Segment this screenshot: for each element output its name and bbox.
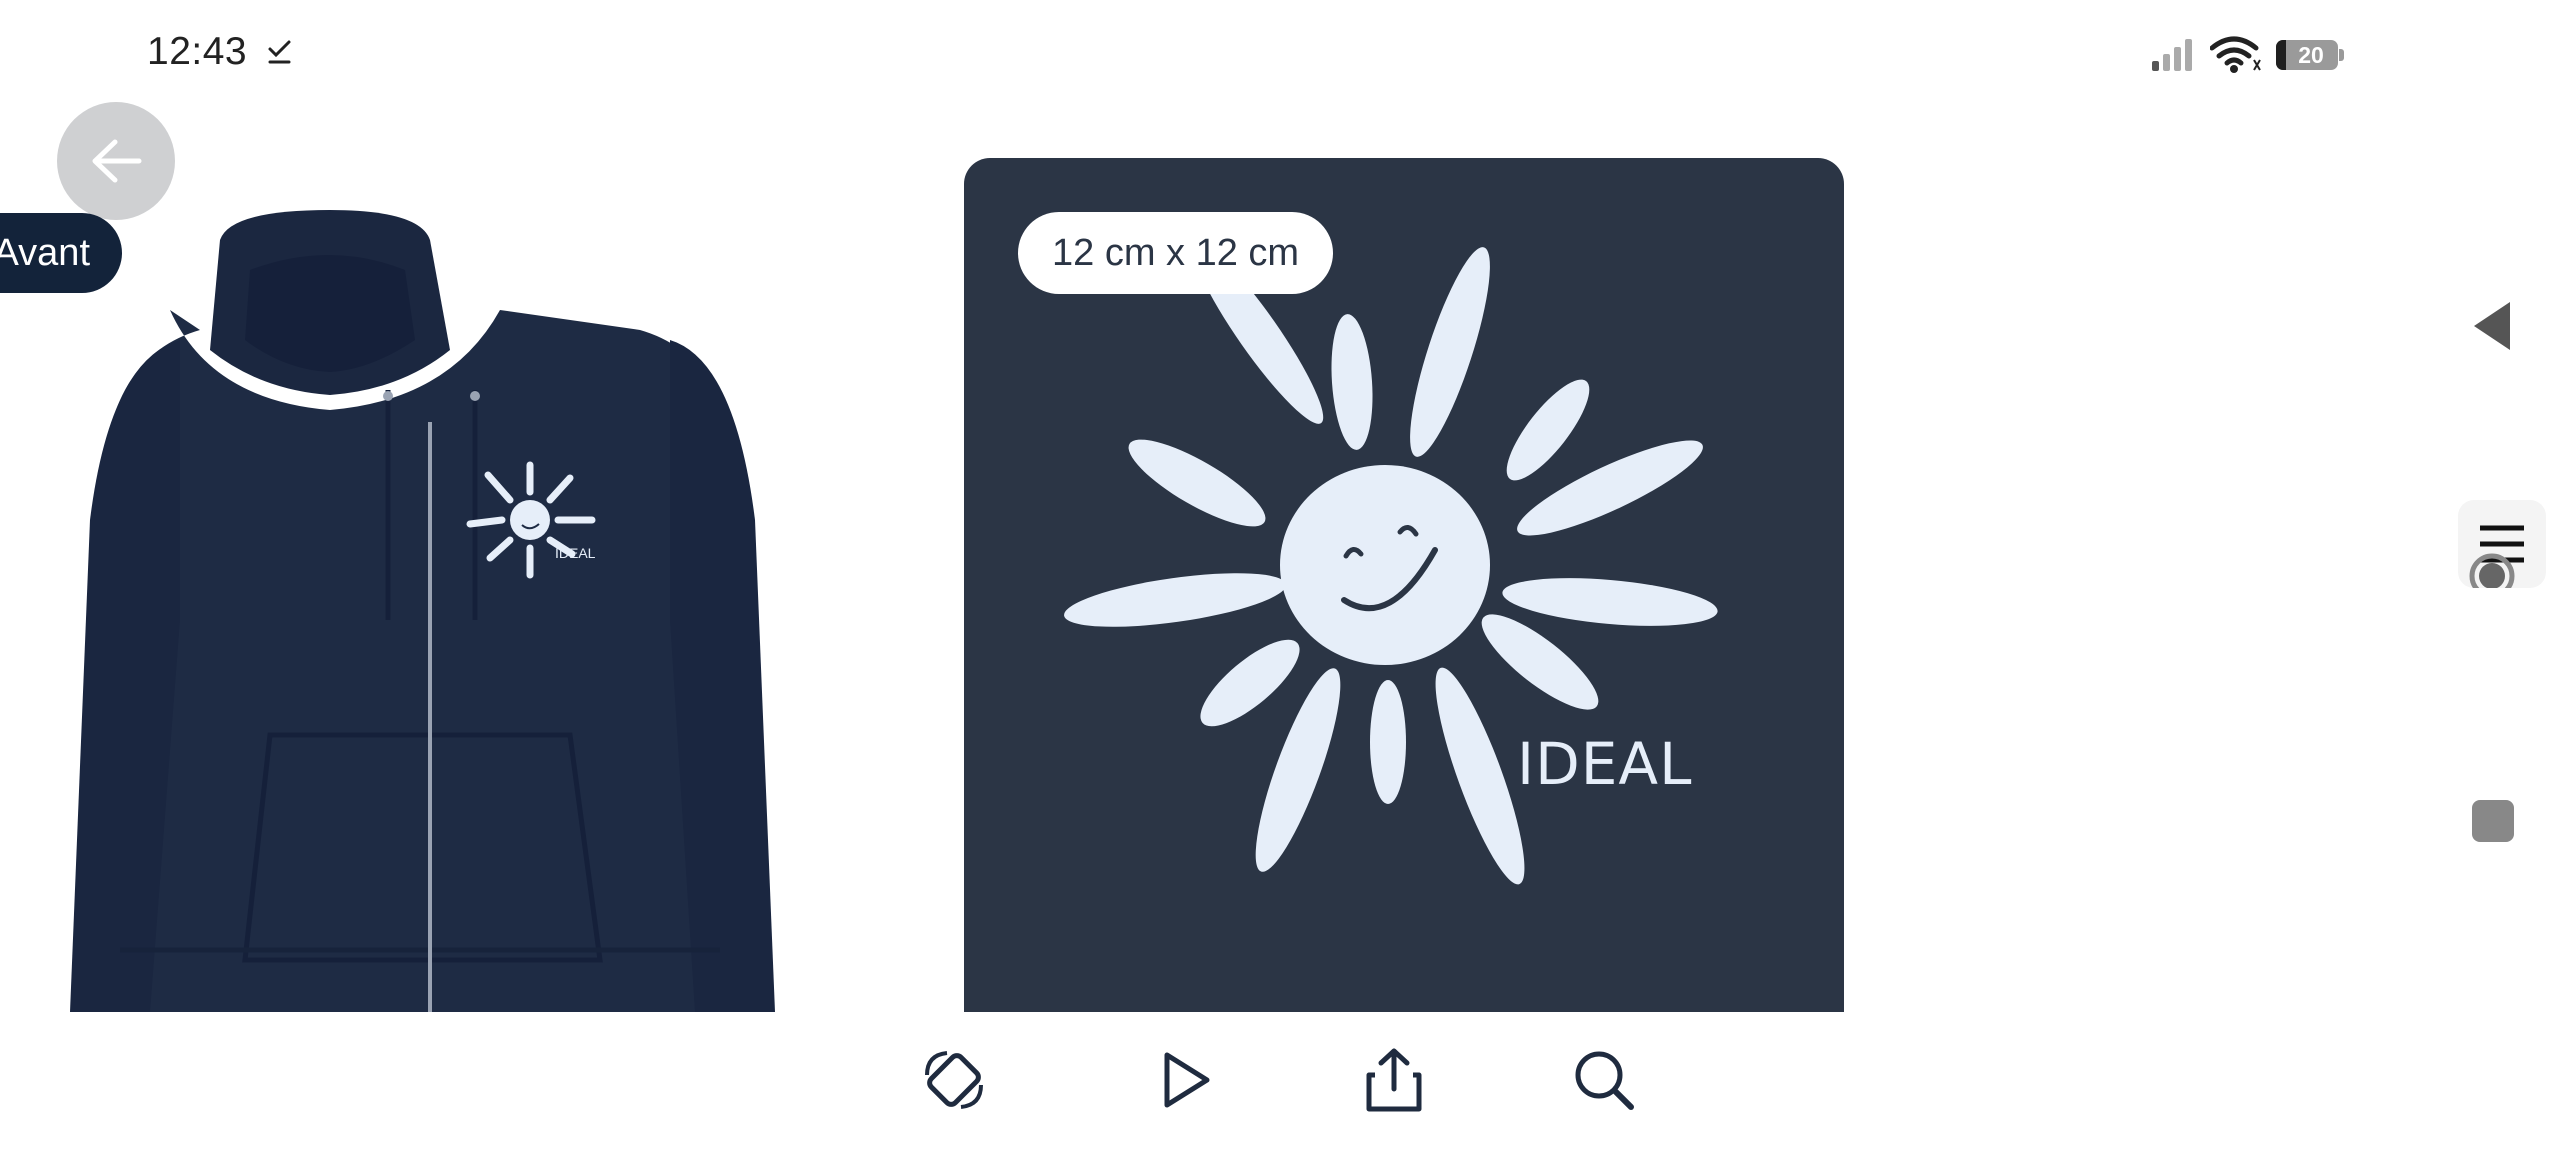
battery-icon: 20 <box>2276 40 2344 70</box>
signal-icon <box>2152 39 2192 71</box>
system-recents-button[interactable] <box>2472 800 2514 842</box>
design-size-badge: 12 cm x 12 cm <box>1018 212 1334 294</box>
arrow-left-icon <box>92 139 142 183</box>
share-icon <box>1366 1048 1422 1112</box>
hoodie-image: IDEAL <box>70 200 780 1012</box>
design-logo-text: IDEAL <box>1517 730 1693 798</box>
triangle-left-icon <box>2474 302 2510 350</box>
rotate-button[interactable] <box>914 1040 994 1120</box>
play-button[interactable] <box>1144 1040 1224 1120</box>
search-icon <box>1575 1051 1634 1110</box>
play-icon <box>1164 1052 1210 1108</box>
status-icons: 20 <box>2150 36 2344 74</box>
hoodie-logo-text: IDEAL <box>555 545 596 561</box>
system-back-button[interactable] <box>2470 300 2514 357</box>
sun-design: IDEAL <box>1030 230 1750 910</box>
wifi-icon <box>2210 36 2261 73</box>
search-button[interactable] <box>1564 1040 1644 1120</box>
system-menu-button[interactable] <box>2458 500 2546 599</box>
status-time: 12:43 <box>147 30 248 73</box>
menu-icon <box>2469 525 2524 599</box>
download-done-icon <box>267 38 293 71</box>
side-label-badge[interactable]: Avant <box>0 213 122 293</box>
rotate-icon <box>925 1051 983 1109</box>
share-button[interactable] <box>1354 1040 1434 1120</box>
battery-level: 20 <box>2298 41 2324 68</box>
